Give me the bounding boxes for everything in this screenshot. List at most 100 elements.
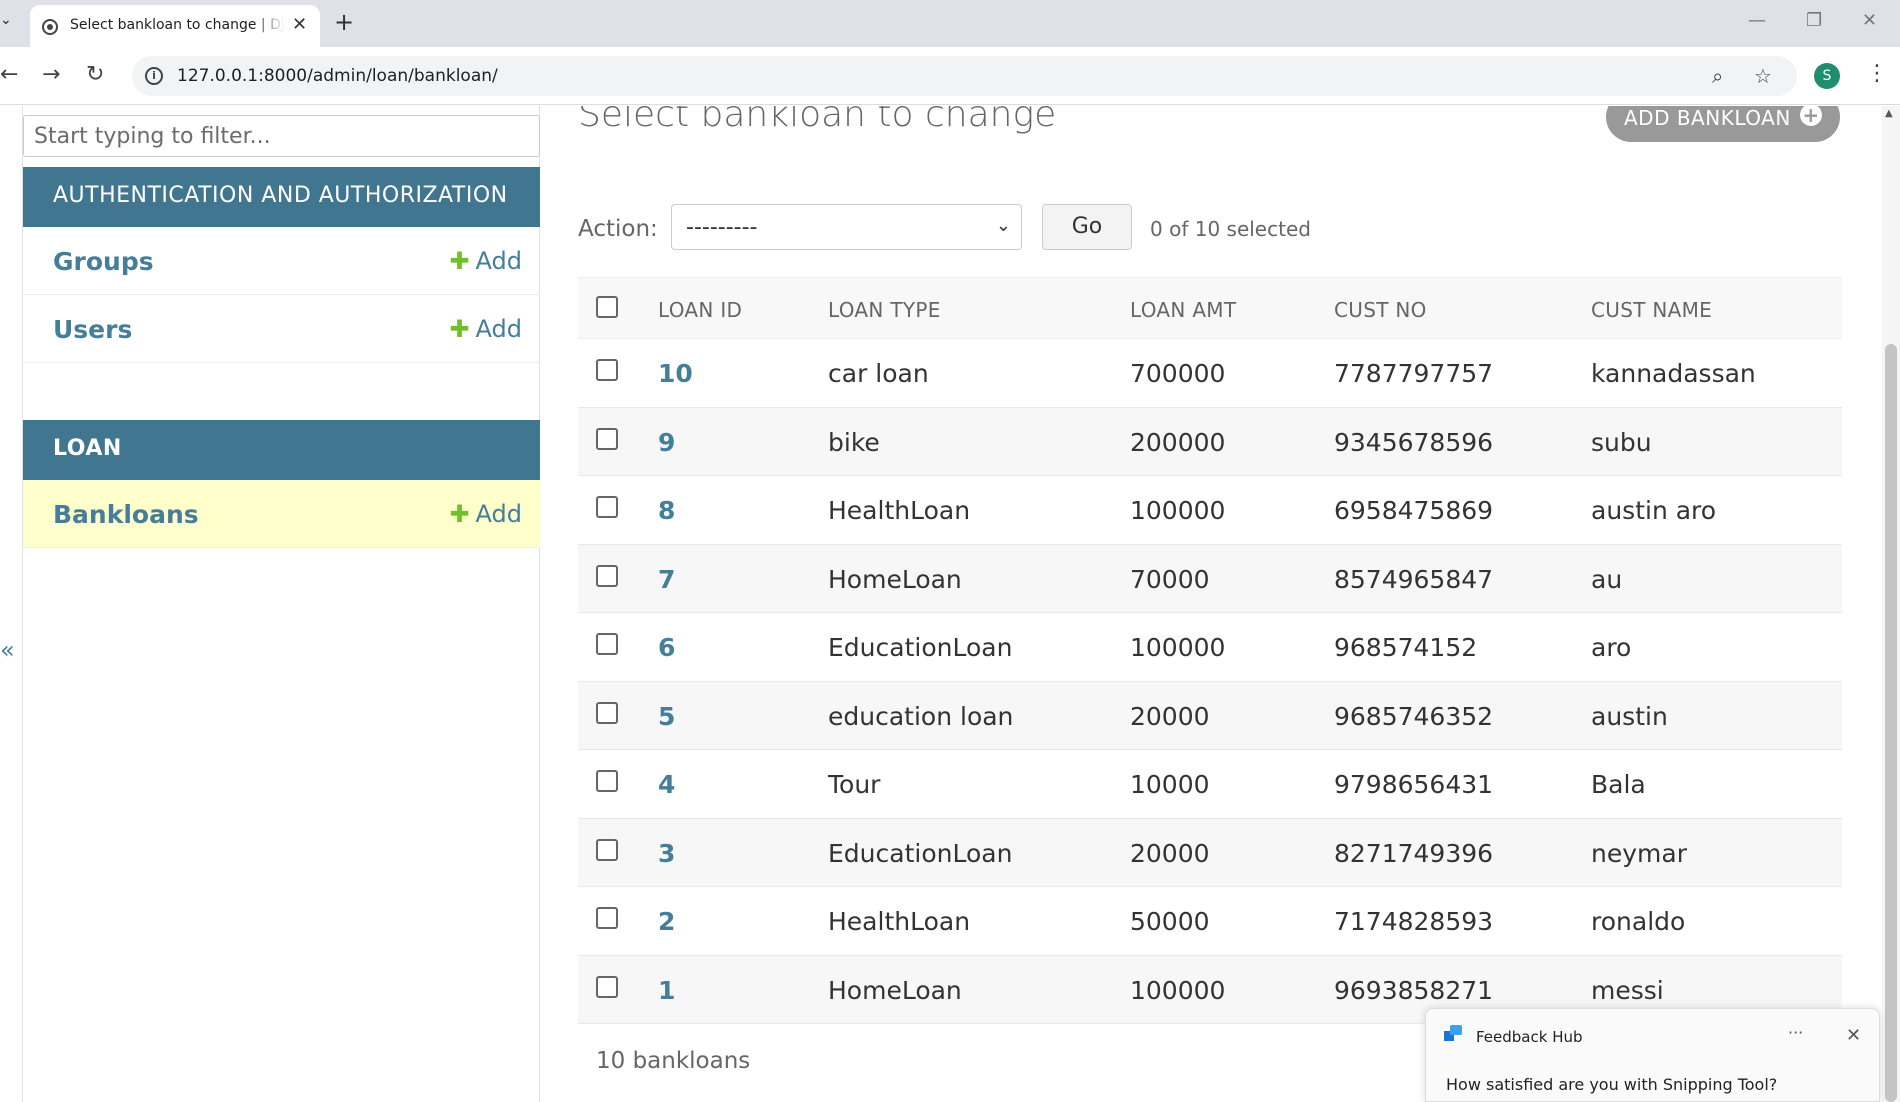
address-bar[interactable]: i 127.0.0.1:8000/admin/loan/bankloan/ ⌕ … — [132, 56, 1797, 96]
groups-link[interactable]: Groups — [53, 247, 154, 276]
feedback-hub-toast[interactable]: Feedback Hub ··· ✕ How satisfied are you… — [1425, 1008, 1880, 1102]
loan-type-cell: car loan — [828, 359, 929, 388]
row-checkbox[interactable] — [596, 975, 618, 998]
table-row: 6 EducationLoan 100000 968574152 aro — [578, 613, 1842, 682]
reload-icon[interactable]: ↻ — [86, 62, 104, 87]
loan-id-link[interactable]: 3 — [658, 839, 675, 868]
forward-icon[interactable]: → — [42, 62, 60, 87]
loan-id-link[interactable]: 9 — [658, 428, 675, 457]
loan-amt-cell: 100000 — [1130, 633, 1226, 662]
selection-counter: 0 of 10 selected — [1150, 217, 1311, 241]
sidebar-item-users[interactable]: Users ✚ Add — [23, 295, 540, 363]
minimize-icon[interactable]: — — [1748, 10, 1766, 31]
toast-close-icon[interactable]: ✕ — [1846, 1025, 1861, 1046]
scroll-up-icon[interactable]: ▲ — [1885, 108, 1893, 119]
cust-no-cell: 6958475869 — [1334, 496, 1494, 525]
column-header-loan-id[interactable]: LOAN ID — [658, 298, 742, 322]
cust-name-cell: messi — [1591, 975, 1664, 1005]
sidebar-item-bankloans[interactable]: Bankloans ✚ Add — [23, 480, 540, 548]
row-checkbox[interactable] — [596, 564, 618, 587]
loan-type-cell: Tour — [828, 770, 881, 799]
row-checkbox[interactable] — [596, 770, 618, 792]
sidebar-collapse-icon[interactable]: « — [0, 636, 15, 664]
tab-close-icon[interactable]: ✕ — [292, 14, 307, 35]
row-checkbox[interactable] — [596, 496, 618, 518]
restore-icon[interactable]: ❐ — [1806, 10, 1822, 31]
feedback-hub-icon — [1444, 1025, 1462, 1043]
add-bankloan-button[interactable]: ADD BANKLOAN + — [1606, 106, 1840, 142]
row-checkbox[interactable] — [596, 633, 618, 655]
row-checkbox[interactable] — [596, 701, 618, 724]
loan-amt-cell: 20000 — [1130, 701, 1210, 731]
loan-id-link[interactable]: 1 — [658, 976, 675, 1005]
browser-menu-icon[interactable]: ⋮ — [1866, 61, 1888, 86]
loan-id-link[interactable]: 2 — [658, 907, 675, 936]
cust-name-cell: austin aro — [1591, 496, 1717, 525]
table-row: 2 HealthLoan 50000 7174828593 ronaldo — [578, 887, 1842, 956]
loan-amt-cell: 200000 — [1130, 427, 1226, 457]
column-header-cust-no[interactable]: CUST NO — [1334, 298, 1427, 322]
loan-type-cell: HealthLoan — [828, 907, 971, 936]
row-checkbox[interactable] — [596, 838, 618, 861]
loan-amt-cell: 700000 — [1130, 359, 1226, 388]
row-checkbox[interactable] — [596, 427, 618, 450]
cust-name-cell: austin — [1591, 701, 1668, 731]
column-header-cust-name[interactable]: CUST NAME — [1591, 298, 1712, 322]
add-group-link[interactable]: ✚ Add — [449, 247, 522, 275]
paginator: 10 bankloans — [596, 1048, 751, 1074]
window-close-icon[interactable]: ✕ — [1862, 10, 1877, 31]
app-header-auth[interactable]: AUTHENTICATION AND AUTHORIZATION — [23, 167, 540, 227]
bookmark-star-icon[interactable]: ☆ — [1754, 64, 1772, 88]
loan-type-cell: bike — [828, 427, 880, 457]
go-button[interactable]: Go — [1042, 204, 1132, 250]
select-all-checkbox[interactable] — [596, 296, 618, 318]
add-bankloan-link[interactable]: ✚ Add — [449, 500, 522, 528]
loan-id-link[interactable]: 5 — [658, 702, 675, 731]
loan-id-link[interactable]: 8 — [658, 496, 675, 525]
new-tab-icon[interactable]: + — [334, 8, 354, 36]
loan-amt-cell: 50000 — [1130, 907, 1210, 936]
action-select[interactable]: --------- ⌄ — [671, 204, 1022, 250]
toast-question: How satisfied are you with Snipping Tool… — [1446, 1075, 1778, 1094]
column-header-loan-amt[interactable]: LOAN AMT — [1130, 298, 1236, 322]
loan-id-link[interactable]: 6 — [658, 633, 675, 662]
cust-name-cell: au — [1591, 564, 1623, 594]
page-scrollbar[interactable]: ▲ — [1882, 106, 1900, 1102]
loan-id-link[interactable]: 10 — [658, 359, 693, 388]
loan-amt-cell: 100000 — [1130, 496, 1226, 525]
loan-id-link[interactable]: 4 — [658, 770, 675, 799]
row-checkbox[interactable] — [596, 907, 618, 929]
chevron-down-icon: ⌄ — [995, 215, 1011, 236]
profile-avatar[interactable]: S — [1814, 63, 1840, 89]
loan-type-cell: EducationLoan — [828, 838, 1013, 868]
table-row: 3 EducationLoan 20000 8271749396 neymar — [578, 818, 1842, 887]
back-icon[interactable]: ← — [0, 62, 18, 87]
globe-icon — [42, 19, 58, 35]
loan-type-cell: HomeLoan — [828, 564, 962, 594]
zoom-icon[interactable]: ⌕ — [1712, 64, 1723, 88]
url-text[interactable]: 127.0.0.1:8000/admin/loan/bankloan/ — [177, 66, 498, 86]
more-options-icon[interactable]: ··· — [1788, 1023, 1803, 1042]
tab-title: Select bankloan to change | Django site … — [70, 17, 285, 33]
add-user-link[interactable]: ✚ Add — [449, 315, 522, 343]
cust-name-cell: subu — [1591, 427, 1652, 457]
site-info-icon[interactable]: i — [145, 67, 163, 85]
bankloans-link[interactable]: Bankloans — [53, 500, 199, 529]
cust-no-cell: 9693858271 — [1334, 975, 1494, 1005]
table-row: 10 car loan 700000 7787797757 kannadassan — [578, 339, 1842, 408]
scrollbar-thumb[interactable] — [1885, 344, 1897, 1102]
row-checkbox[interactable] — [596, 359, 618, 381]
nav-filter-input[interactable] — [23, 115, 540, 157]
cust-name-cell: aro — [1591, 633, 1632, 662]
browser-tab[interactable]: Select bankloan to change | Django site … — [30, 5, 320, 47]
table-row: 7 HomeLoan 70000 8574965847 au — [578, 544, 1842, 613]
add-label: Add — [475, 500, 522, 528]
tab-search-icon[interactable]: ⌄ — [0, 12, 14, 32]
sidebar-item-groups[interactable]: Groups ✚ Add — [23, 227, 540, 295]
loan-id-link[interactable]: 7 — [658, 565, 675, 594]
table-body: 10 car loan 700000 7787797757 kannadassan 9 bi… — [578, 339, 1842, 1024]
add-bankloan-label: ADD BANKLOAN — [1624, 106, 1791, 130]
users-link[interactable]: Users — [53, 315, 132, 344]
column-header-loan-type[interactable]: LOAN TYPE — [828, 298, 941, 322]
app-header-loan[interactable]: LOAN — [23, 420, 540, 480]
